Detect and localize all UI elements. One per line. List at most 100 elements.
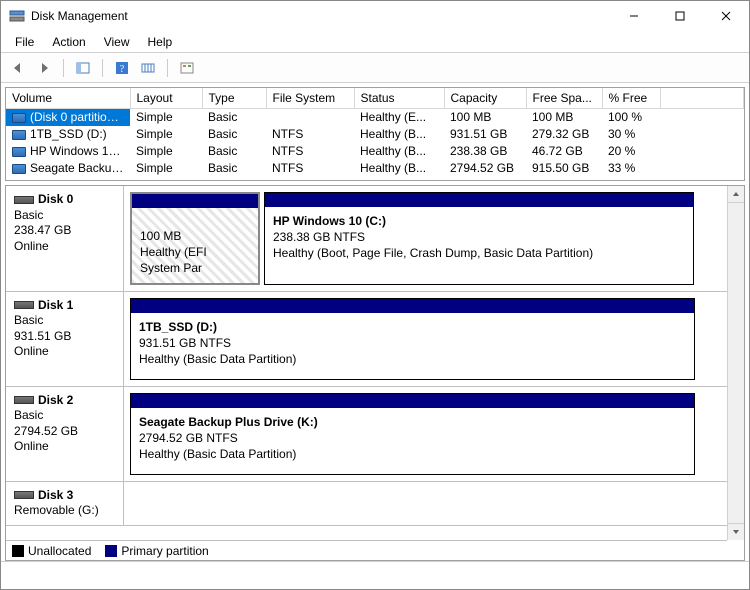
toolbar-separator [167,59,168,77]
col-volume[interactable]: Volume [6,88,130,109]
disk-info[interactable]: Disk 2Basic2794.52 GBOnline [6,387,124,481]
volume-row[interactable]: 1TB_SSD (D:)SimpleBasicNTFSHealthy (B...… [6,126,744,143]
toolbar: ? [1,53,749,83]
disk-partitions [124,482,727,525]
maximize-button[interactable] [657,1,703,31]
col-type[interactable]: Type [202,88,266,109]
partition-size: 100 MB [140,228,250,244]
menu-action[interactable]: Action [44,33,93,51]
legend-primary-swatch [105,545,117,557]
disk-row: Disk 1Basic931.51 GBOnline1TB_SSD (D:)93… [6,292,727,387]
partition-title: Seagate Backup Plus Drive (K:) [139,415,318,429]
volume-cell: Healthy (B... [354,126,444,143]
partition[interactable]: HP Windows 10 (C:)238.38 GB NTFSHealthy … [264,192,694,285]
menu-help[interactable]: Help [140,33,181,51]
volume-icon [12,147,26,157]
partition-size: 931.51 GB NTFS [139,335,686,351]
close-button[interactable] [703,1,749,31]
show-hide-console-tree-button[interactable] [72,57,94,79]
disk-row: Disk 0Basic238.47 GBOnline100 MBHealthy … [6,186,727,292]
col-capacity[interactable]: Capacity [444,88,526,109]
disk-name: Disk 3 [38,488,73,502]
volume-cell: Healthy (B... [354,160,444,177]
partition[interactable]: 100 MBHealthy (EFI System Par [130,192,260,285]
volume-cell: Simple [130,160,202,177]
col-free[interactable]: Free Spa... [526,88,602,109]
disk-status: Online [14,344,115,360]
volume-cell [660,109,744,126]
volume-cell: (Disk 0 partition 1) [6,109,130,126]
volume-row[interactable]: (Disk 0 partition 1)SimpleBasicHealthy (… [6,109,744,126]
legend-primary: Primary partition [105,544,208,558]
app-icon [9,8,25,24]
volume-icon [12,130,26,140]
help-button[interactable]: ? [111,57,133,79]
volume-cell: Basic [202,126,266,143]
disk-status: Online [14,239,115,255]
disk-content: Disk 0Basic238.47 GBOnline100 MBHealthy … [6,186,727,540]
forward-button[interactable] [33,57,55,79]
disk-icon [14,301,34,309]
disk-info[interactable]: Disk 1Basic931.51 GBOnline [6,292,124,386]
scroll-up-button[interactable] [728,186,744,203]
status-strip [1,561,749,583]
menu-view[interactable]: View [96,33,138,51]
legend-unallocated-label: Unallocated [28,544,91,558]
menu-bar: File Action View Help [1,31,749,53]
window-titlebar: Disk Management [1,1,749,31]
partition-status: Healthy (EFI System Par [140,244,250,276]
disk-name: Disk 2 [38,393,73,407]
legend: Unallocated Primary partition [6,540,727,560]
partition-header [265,193,693,207]
volume-table[interactable]: Volume Layout Type File System Status Ca… [6,88,744,177]
disk-type: Removable (G:) [14,503,115,519]
partition-header [132,194,258,208]
volume-cell: Simple [130,109,202,126]
disk-info[interactable]: Disk 3Removable (G:) [6,482,124,525]
refresh-button[interactable] [137,57,159,79]
volume-cell: 20 % [602,143,660,160]
disk-name: Disk 0 [38,192,73,206]
volume-icon [12,164,26,174]
volume-row[interactable]: HP Windows 10 (C:)SimpleBasicNTFSHealthy… [6,143,744,160]
volume-cell: Basic [202,109,266,126]
volume-cell: 1TB_SSD (D:) [6,126,130,143]
partition[interactable]: 1TB_SSD (D:)931.51 GB NTFSHealthy (Basic… [130,298,695,380]
disk-graphical-pane: Disk 0Basic238.47 GBOnline100 MBHealthy … [5,185,745,561]
volume-cell: Basic [202,160,266,177]
disk-info[interactable]: Disk 0Basic238.47 GBOnline [6,186,124,291]
volume-cell: 931.51 GB [444,126,526,143]
minimize-button[interactable] [611,1,657,31]
volume-table-header[interactable]: Volume Layout Type File System Status Ca… [6,88,744,109]
col-status[interactable]: Status [354,88,444,109]
col-layout[interactable]: Layout [130,88,202,109]
volume-cell: 100 % [602,109,660,126]
volume-name: (Disk 0 partition 1) [30,110,127,124]
volume-cell: 100 MB [444,109,526,126]
disk-size: 2794.52 GB [14,424,115,440]
volume-cell: Healthy (B... [354,143,444,160]
col-extra[interactable] [660,88,744,109]
volume-icon [12,113,26,123]
volume-cell: 915.50 GB [526,160,602,177]
volume-cell: 279.32 GB [526,126,602,143]
volume-cell: 238.38 GB [444,143,526,160]
partition[interactable]: Seagate Backup Plus Drive (K:)2794.52 GB… [130,393,695,475]
partition-status: Healthy (Basic Data Partition) [139,446,686,462]
back-button[interactable] [7,57,29,79]
svg-text:?: ? [120,64,125,75]
scroll-down-button[interactable] [728,523,744,540]
vertical-scrollbar[interactable] [727,186,744,540]
partition-header [131,394,694,408]
volume-cell: NTFS [266,126,354,143]
col-filesystem[interactable]: File System [266,88,354,109]
volume-cell: NTFS [266,143,354,160]
menu-file[interactable]: File [7,33,42,51]
volume-row[interactable]: Seagate Backup Pl...SimpleBasicNTFSHealt… [6,160,744,177]
disk-type: Basic [14,313,115,329]
partition-body: 1TB_SSD (D:)931.51 GB NTFSHealthy (Basic… [131,313,694,379]
col-pct[interactable]: % Free [602,88,660,109]
disk-type: Basic [14,408,115,424]
partition-body: HP Windows 10 (C:)238.38 GB NTFSHealthy … [265,207,693,284]
settings-button[interactable] [176,57,198,79]
